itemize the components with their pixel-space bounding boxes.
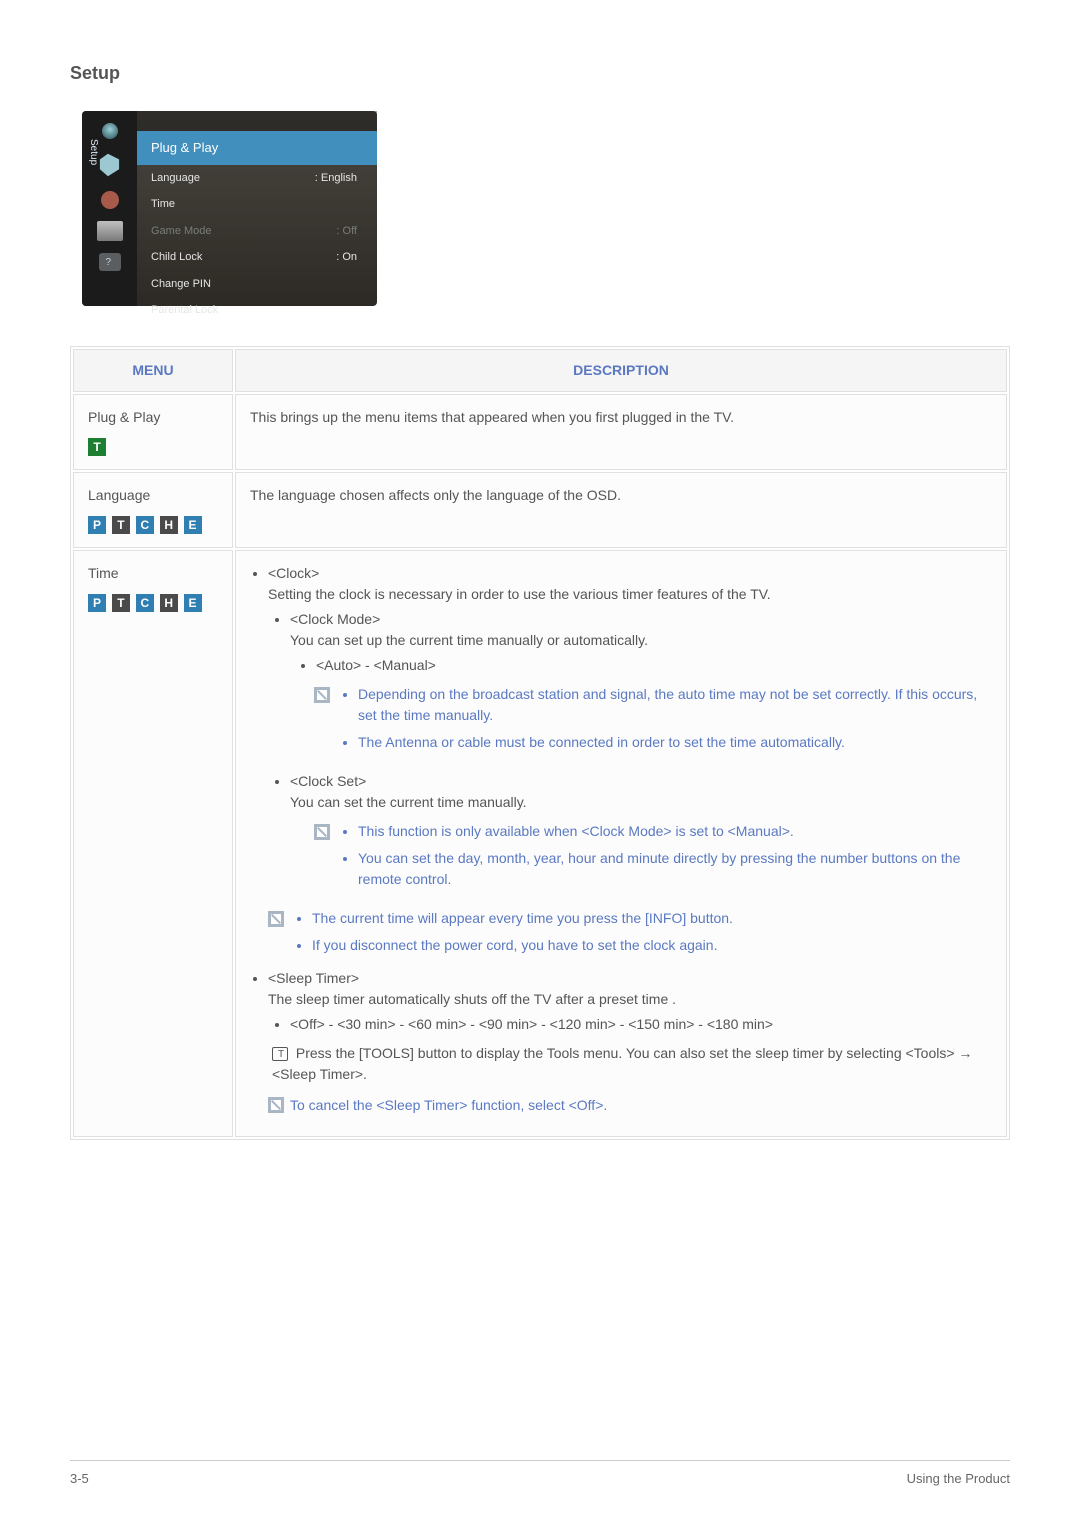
desc-cell: The language chosen affects only the lan… <box>235 472 1007 548</box>
menu-title: Plug & Play <box>88 409 160 425</box>
setup-row: Plug & Play <box>137 131 377 165</box>
table-row: Time P T C H E <Clock> Setting the clock… <box>73 550 1007 1137</box>
setup-row: Change PIN <box>137 271 377 298</box>
mode-badges: P T C H E <box>88 592 218 613</box>
note-text: If you disconnect the power cord, you ha… <box>312 935 992 956</box>
desc-cell: This brings up the menu items that appea… <box>235 394 1007 470</box>
note-icon <box>314 687 330 703</box>
menu-cell: Plug & Play T <box>73 394 233 470</box>
setup-menu-sidebar: Setup <box>82 111 137 306</box>
note-text: This function is only available when <Cl… <box>358 821 992 842</box>
setup-row: Game Mode: Off <box>137 218 377 245</box>
section-title: Setup <box>70 60 1010 87</box>
menu-description-table: MENU DESCRIPTION Plug & Play T This brin… <box>70 346 1010 1140</box>
menu-title: Time <box>88 565 119 581</box>
tools-note: Press the [TOOLS] button to display the … <box>272 1045 972 1082</box>
table-row: Language P T C H E The language chosen a… <box>73 472 1007 548</box>
header-menu: MENU <box>73 349 233 392</box>
note-block: The current time will appear every time … <box>268 908 992 962</box>
tools-icon <box>272 1047 288 1061</box>
badge-e-icon: E <box>184 516 202 534</box>
menu-cell: Language P T C H E <box>73 472 233 548</box>
note-text: The Antenna or cable must be connected i… <box>358 732 992 753</box>
setup-row: Time <box>137 191 377 218</box>
setup-sidebar-label: Setup <box>86 139 101 165</box>
menu-title: Language <box>88 487 150 503</box>
desc-cell: <Clock> Setting the clock is necessary i… <box>235 550 1007 1137</box>
note-icon <box>268 1097 284 1113</box>
sidebar-icon-help <box>99 253 121 271</box>
badge-c-icon: C <box>136 594 154 612</box>
clock-set-desc: You can set the current time manually. <box>290 794 527 810</box>
sidebar-icon <box>97 221 123 241</box>
note-text: You can set the day, month, year, hour a… <box>358 848 992 890</box>
sleep-timer-desc: The sleep timer automatically shuts off … <box>268 991 676 1007</box>
table-row: Plug & Play T This brings up the menu it… <box>73 394 1007 470</box>
setup-row: Parental Lock <box>137 297 377 324</box>
footer-section: Using the Product <box>907 1469 1010 1489</box>
note-block: This function is only available when <Cl… <box>314 821 992 896</box>
badge-t-icon: T <box>112 516 130 534</box>
clock-header: <Clock> <box>268 565 319 581</box>
badge-p-icon: P <box>88 516 106 534</box>
mode-badges: T <box>88 436 218 457</box>
clock-set-header: <Clock Set> <box>290 773 366 789</box>
note-icon <box>268 911 284 927</box>
badge-t-icon: T <box>88 438 106 456</box>
badge-c-icon: C <box>136 516 154 534</box>
note-icon <box>314 824 330 840</box>
note-text: The current time will appear every time … <box>312 908 992 929</box>
mode-badges: P T C H E <box>88 514 218 535</box>
footer-page-number: 3-5 <box>70 1469 89 1489</box>
setup-row: Child Lock: On <box>137 244 377 271</box>
badge-h-icon: H <box>160 516 178 534</box>
clock-desc: Setting the clock is necessary in order … <box>268 586 771 602</box>
badge-e-icon: E <box>184 594 202 612</box>
clock-mode-desc: You can set up the current time manually… <box>290 632 648 648</box>
menu-cell: Time P T C H E <box>73 550 233 1137</box>
setup-row: Language: English <box>137 165 377 192</box>
setup-menu-main: Plug & Play Language: English Time Game … <box>137 111 377 306</box>
badge-h-icon: H <box>160 594 178 612</box>
note-text: To cancel the <Sleep Timer> function, se… <box>290 1095 992 1116</box>
clock-mode-header: <Clock Mode> <box>290 611 380 627</box>
note-block: Depending on the broadcast station and s… <box>314 684 992 759</box>
clock-mode-values: <Auto> - <Manual> <box>316 655 992 676</box>
sleep-timer-values: <Off> - <30 min> - <60 min> - <90 min> -… <box>290 1014 992 1035</box>
sidebar-icon <box>101 191 119 209</box>
sleep-timer-header: <Sleep Timer> <box>268 970 359 986</box>
badge-p-icon: P <box>88 594 106 612</box>
sidebar-icon <box>102 123 118 139</box>
note-block: To cancel the <Sleep Timer> function, se… <box>268 1095 992 1116</box>
header-description: DESCRIPTION <box>235 349 1007 392</box>
note-text: Depending on the broadcast station and s… <box>358 684 992 726</box>
setup-menu-screenshot: Setup Plug & Play Language: English Time… <box>82 111 377 306</box>
badge-t-icon: T <box>112 594 130 612</box>
page-footer: 3-5 Using the Product <box>70 1460 1010 1489</box>
